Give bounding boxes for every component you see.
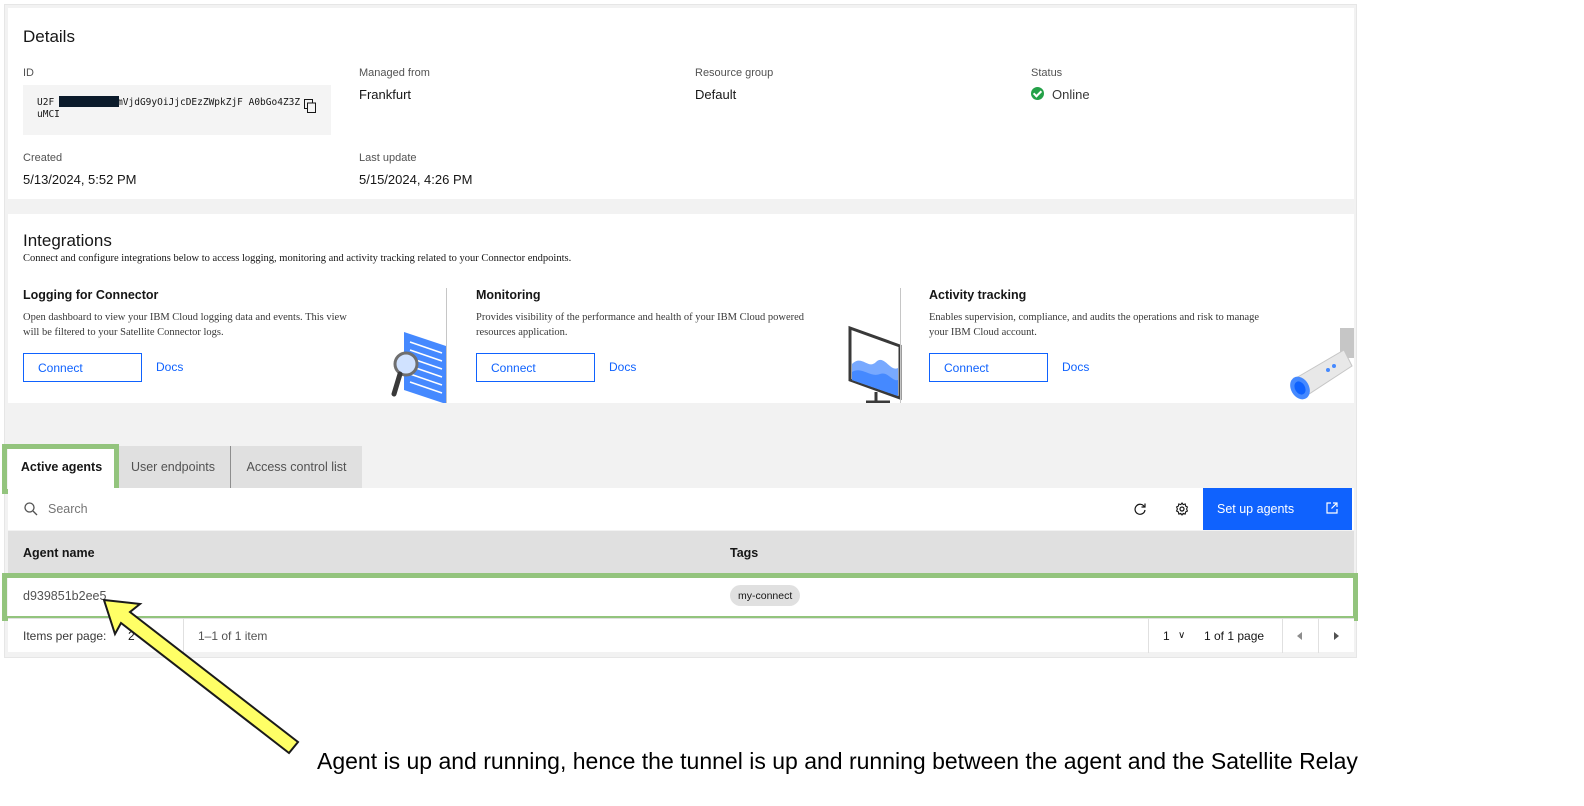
search-input[interactable] — [48, 498, 648, 520]
card-divider — [446, 288, 447, 403]
details-title: Details — [23, 27, 75, 46]
activity-camera-illustration-icon — [1290, 328, 1354, 400]
created-value: 5/13/2024, 5:52 PM — [23, 172, 137, 187]
managed-from-label: Managed from — [359, 67, 430, 79]
integrations-panel: Integrations Connect and configure integ… — [8, 214, 1354, 403]
page-select-chevron-icon[interactable]: ∨ — [1178, 630, 1185, 641]
status-value: Online — [1052, 87, 1090, 102]
activity-docs-link[interactable]: Docs — [1062, 360, 1089, 374]
id-box: U2F Q29ubmVjdG9yOiJjcDEzZWpkZjF A0bGo4Z3… — [23, 85, 331, 135]
refresh-icon[interactable] — [1130, 499, 1150, 519]
resource-group-value: Default — [695, 87, 737, 102]
card-title: Activity tracking — [929, 288, 1027, 302]
set-up-agents-button[interactable]: Set up agents — [1203, 488, 1352, 530]
items-per-page-label: Items per page: — [23, 629, 107, 643]
resource-group-label: Resource group — [695, 67, 774, 79]
card-description: Provides visibility of the performance a… — [476, 312, 805, 338]
integrations-subtitle: Connect and configure integrations below… — [23, 253, 572, 264]
managed-from-value: Frankfurt — [359, 87, 412, 102]
column-header-agent-name[interactable]: Agent name — [23, 546, 95, 560]
page-of-text: 1 of 1 page — [1204, 629, 1265, 643]
copy-icon[interactable] — [304, 99, 316, 113]
last-update-label: Last update — [359, 152, 417, 164]
status-label: Status — [1031, 67, 1063, 79]
search-icon — [24, 502, 38, 516]
set-up-agents-label: Set up agents — [1217, 502, 1295, 516]
launch-external-icon — [1326, 502, 1338, 514]
activity-connect-button[interactable]: Connect — [929, 353, 1048, 382]
logging-illustration-icon — [391, 332, 446, 403]
items-per-page-chevron-icon[interactable]: ⌄ — [156, 629, 166, 643]
id-label: ID — [23, 67, 34, 79]
items-per-page-select[interactable]: 2 — [128, 629, 135, 643]
card-title: Monitoring — [476, 288, 541, 302]
integrations-title: Integrations — [23, 231, 112, 250]
annotation-highlight-tab — [2, 444, 119, 494]
logging-connect-button[interactable]: Connect — [23, 353, 142, 382]
pagination-bar: Items per page: 2 ⌄ 1–1 of 1 item 1 ∨ 1 … — [8, 618, 1354, 653]
annotation-highlight-row — [2, 573, 1358, 621]
logging-docs-link[interactable]: Docs — [156, 360, 183, 374]
redaction-bar — [59, 96, 119, 107]
table-toolbar: Set up agents — [8, 488, 1354, 530]
next-page-icon[interactable] — [1318, 619, 1354, 653]
card-description: Enables supervision, compliance, and aud… — [929, 312, 1260, 338]
monitoring-illustration-icon — [848, 325, 902, 403]
previous-page-icon[interactable] — [1282, 619, 1318, 653]
table-header: Agent name Tags — [8, 531, 1354, 574]
pager-separator — [1148, 619, 1149, 653]
card-divider — [900, 288, 901, 403]
annotation-caption: Agent is up and running, hence the tunne… — [317, 748, 1358, 774]
card-description: Open dashboard to view your IBM Cloud lo… — [23, 312, 347, 338]
monitoring-connect-button[interactable]: Connect — [476, 353, 595, 382]
status-online-icon — [1031, 87, 1044, 100]
column-header-tags[interactable]: Tags — [730, 546, 758, 560]
settings-gear-icon[interactable] — [1172, 499, 1192, 519]
item-range-text: 1–1 of 1 item — [198, 629, 268, 643]
monitoring-docs-link[interactable]: Docs — [609, 360, 636, 374]
page-select[interactable]: 1 — [1163, 629, 1170, 643]
pager-separator — [183, 619, 184, 653]
tab-access-control-list[interactable]: Access control list — [231, 446, 362, 488]
tab-user-endpoints[interactable]: User endpoints — [116, 446, 230, 488]
last-update-value: 5/15/2024, 4:26 PM — [359, 172, 473, 187]
details-panel: Details ID U2F Q29ubmVjdG9yOiJjcDEzZWpkZ… — [8, 8, 1354, 199]
card-title: Logging for Connector — [23, 288, 159, 302]
created-label: Created — [23, 152, 63, 164]
